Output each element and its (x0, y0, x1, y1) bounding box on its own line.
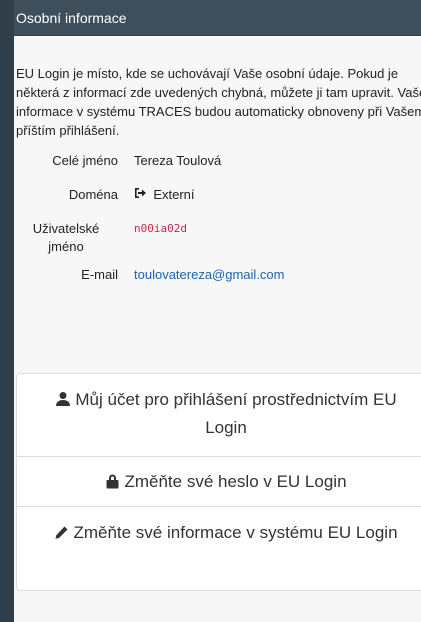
username-label: Uživatelské jméno (32, 221, 100, 254)
username-value: n00ia02d (134, 222, 187, 235)
pencil-icon (54, 522, 69, 548)
domain-label: Doména (68, 187, 118, 202)
account-actions: Můj účet pro přihlášení prostřednictvím … (16, 373, 421, 591)
change-password-label: Změňte své heslo v EU Login (124, 472, 347, 491)
lock-icon (105, 471, 120, 497)
panel-header: Osobní informace (14, 0, 421, 36)
full-name-value: Tereza Toulová (134, 153, 222, 168)
username-row: Uživatelské jméno n00ia02d (14, 220, 421, 266)
email-label: E-mail (81, 267, 118, 282)
user-icon (55, 389, 71, 415)
change-password-button[interactable]: Změňte své heslo v EU Login (17, 457, 421, 507)
edit-info-label: Změňte své informace v systému EU Login (73, 523, 398, 542)
domain-row: Doména Externí (14, 186, 421, 220)
full-name-row: Celé jméno Tereza Toulová (14, 152, 421, 186)
sign-in-icon (134, 188, 150, 202)
email-row: E-mail toulovatereza@gmail.com (14, 266, 421, 300)
sidebar-strip (0, 0, 14, 622)
eu-login-account-label: Můj účet pro přihlášení prostřednictvím … (75, 390, 397, 437)
full-name-label: Celé jméno (52, 153, 118, 168)
email-link[interactable]: toulovatereza@gmail.com (134, 266, 284, 284)
domain-value-wrap: Externí (134, 186, 195, 204)
edit-info-button[interactable]: Změňte své informace v systému EU Login (17, 507, 421, 590)
domain-value: Externí (153, 187, 195, 202)
panel-title: Osobní informace (16, 10, 127, 26)
intro-text: EU Login je místo, kde se uchovávají Vaš… (16, 66, 421, 138)
eu-login-account-button[interactable]: Můj účet pro přihlášení prostřednictvím … (17, 374, 421, 457)
profile-info: Celé jméno Tereza Toulová Doména Externí… (14, 152, 421, 300)
